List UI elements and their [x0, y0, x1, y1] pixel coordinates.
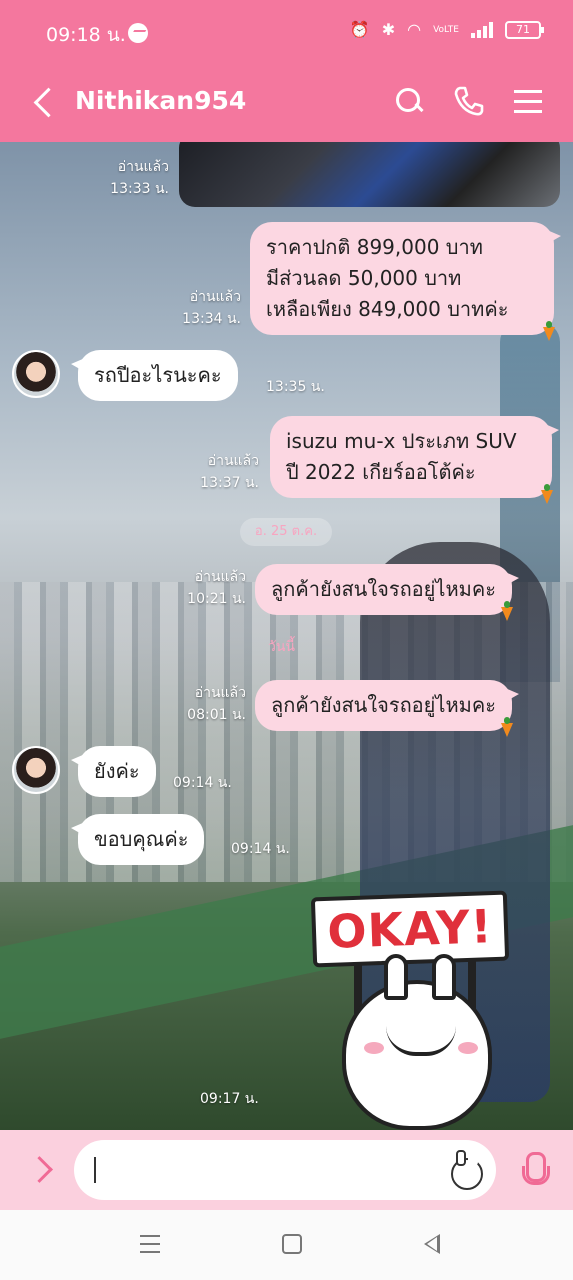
message-line: ปี 2022 เกียร์ออโต้ค่ะ	[286, 460, 476, 484]
status-bar: 09:18 น. ⏰ ✱ ◠ VoLTE 71	[0, 0, 573, 64]
followup1-meta: อ่านแล้ว 10:21 น.	[187, 566, 246, 610]
message-line: ราคาปกติ 899,000 บาท	[266, 235, 483, 259]
carrot-icon	[540, 321, 558, 341]
signal-icon	[471, 21, 493, 38]
okay-sticker[interactable]: OKAY!	[310, 890, 512, 1130]
message-text: ยังค่ะ	[94, 759, 140, 783]
sticker-icon[interactable]	[448, 1150, 483, 1190]
incoming-message-year[interactable]: รถปีอะไรนะคะ	[71, 350, 238, 401]
text-caret	[94, 1157, 96, 1183]
status-icons: ⏰ ✱ ◠ VoLTE 71	[349, 20, 544, 39]
chat-header: Nithikan954	[0, 64, 573, 142]
carrot-icon	[498, 601, 516, 621]
price-message-meta: อ่านแล้ว 13:34 น.	[182, 286, 241, 330]
message-time: 13:33 น.	[110, 181, 169, 197]
read-receipt: อ่านแล้ว	[194, 685, 246, 701]
sticker-text: OKAY!	[326, 899, 494, 959]
message-line: มีส่วนลด 50,000 บาท	[266, 266, 462, 290]
read-receipt: อ่านแล้ว	[117, 159, 169, 175]
wifi-icon: ◠	[407, 20, 422, 39]
today-divider: วันนี้	[268, 639, 296, 655]
volte-icon: VoLTE	[433, 24, 459, 35]
message-input[interactable]	[74, 1140, 496, 1200]
system-navigation-bar	[0, 1210, 573, 1280]
outgoing-message-followup-1[interactable]: ลูกค้ายังสนใจรถอยู่ไหมคะ	[255, 564, 519, 621]
message-text: ขอบคุณค่ะ	[94, 827, 189, 851]
message-line: isuzu mu-x ประเภท SUV	[286, 429, 517, 453]
message-time: 13:35 น.	[266, 379, 325, 395]
sticker-sign: OKAY!	[310, 890, 510, 968]
outgoing-message-price[interactable]: ราคาปกติ 899,000 บาท มีส่วนลด 50,000 บาท…	[250, 222, 561, 341]
search-icon[interactable]	[392, 84, 426, 118]
message-text: ลูกค้ายังสนใจรถอยู่ไหมคะ	[271, 577, 496, 601]
followup2-meta: อ่านแล้ว 08:01 น.	[187, 682, 246, 726]
message-text: รถปีอะไรนะคะ	[94, 363, 222, 387]
carrot-icon	[538, 484, 556, 504]
bunny-face	[386, 1026, 456, 1056]
back-button[interactable]	[32, 84, 60, 120]
alarm-icon: ⏰	[349, 20, 370, 39]
model-message-meta: อ่านแล้ว 13:37 น.	[200, 450, 259, 494]
image-message[interactable]	[179, 142, 560, 207]
message-line: เหลือเพียง 849,000 บาทค่ะ	[266, 297, 509, 321]
outgoing-message-model[interactable]: isuzu mu-x ประเภท SUV ปี 2022 เกียร์ออโต…	[270, 416, 559, 504]
read-receipt: อ่านแล้ว	[194, 569, 246, 585]
message-time: 13:34 น.	[182, 311, 241, 327]
message-time: 09:17 น.	[200, 1091, 259, 1107]
message-time: 08:01 น.	[187, 707, 246, 723]
message-text: ลูกค้ายังสนใจรถอยู่ไหมคะ	[271, 693, 496, 717]
date-divider: อ. 25 ต.ค.	[240, 518, 332, 546]
bunny-blush	[364, 1042, 384, 1054]
microphone-icon[interactable]	[518, 1152, 550, 1190]
contact-avatar[interactable]	[12, 746, 60, 794]
message-time: 10:21 น.	[187, 591, 246, 607]
message-time: 13:37 น.	[200, 475, 259, 491]
message-time: 09:14 น.	[173, 775, 232, 791]
home-icon[interactable]	[282, 1234, 302, 1254]
input-bar	[0, 1130, 573, 1210]
chat-area[interactable]: อ่านแล้ว 13:33 น. อ่านแล้ว 13:34 น. ราคา…	[0, 142, 573, 1130]
status-time: 09:18 น.	[46, 24, 126, 46]
bluetooth-icon: ✱	[381, 20, 396, 39]
read-receipt: อ่านแล้ว	[207, 453, 259, 469]
read-receipt: อ่านแล้ว	[189, 289, 241, 305]
contact-name: Nithikan954	[75, 86, 247, 115]
incoming-message-thanks[interactable]: ขอบคุณค่ะ	[70, 814, 205, 865]
menu-icon[interactable]	[512, 84, 546, 118]
battery-icon: 71	[505, 20, 544, 39]
carrot-icon	[498, 717, 516, 737]
back-nav-icon[interactable]	[420, 1232, 444, 1256]
image-message-meta: อ่านแล้ว 13:33 น.	[110, 156, 169, 200]
bunny-blush	[458, 1042, 478, 1054]
recent-apps-icon[interactable]	[138, 1232, 162, 1256]
call-icon[interactable]	[452, 84, 486, 118]
bunny-ear	[384, 954, 408, 1000]
message-time: 09:14 น.	[231, 841, 290, 857]
messenger-icon	[128, 23, 148, 43]
contact-avatar[interactable]	[12, 350, 60, 398]
expand-chevron-icon[interactable]	[28, 1154, 58, 1184]
incoming-message-yes[interactable]: ยังค่ะ	[71, 746, 156, 797]
outgoing-message-followup-2[interactable]: ลูกค้ายังสนใจรถอยู่ไหมคะ	[255, 680, 519, 737]
bunny-ear	[432, 954, 456, 1000]
bunny-character	[342, 954, 492, 1130]
